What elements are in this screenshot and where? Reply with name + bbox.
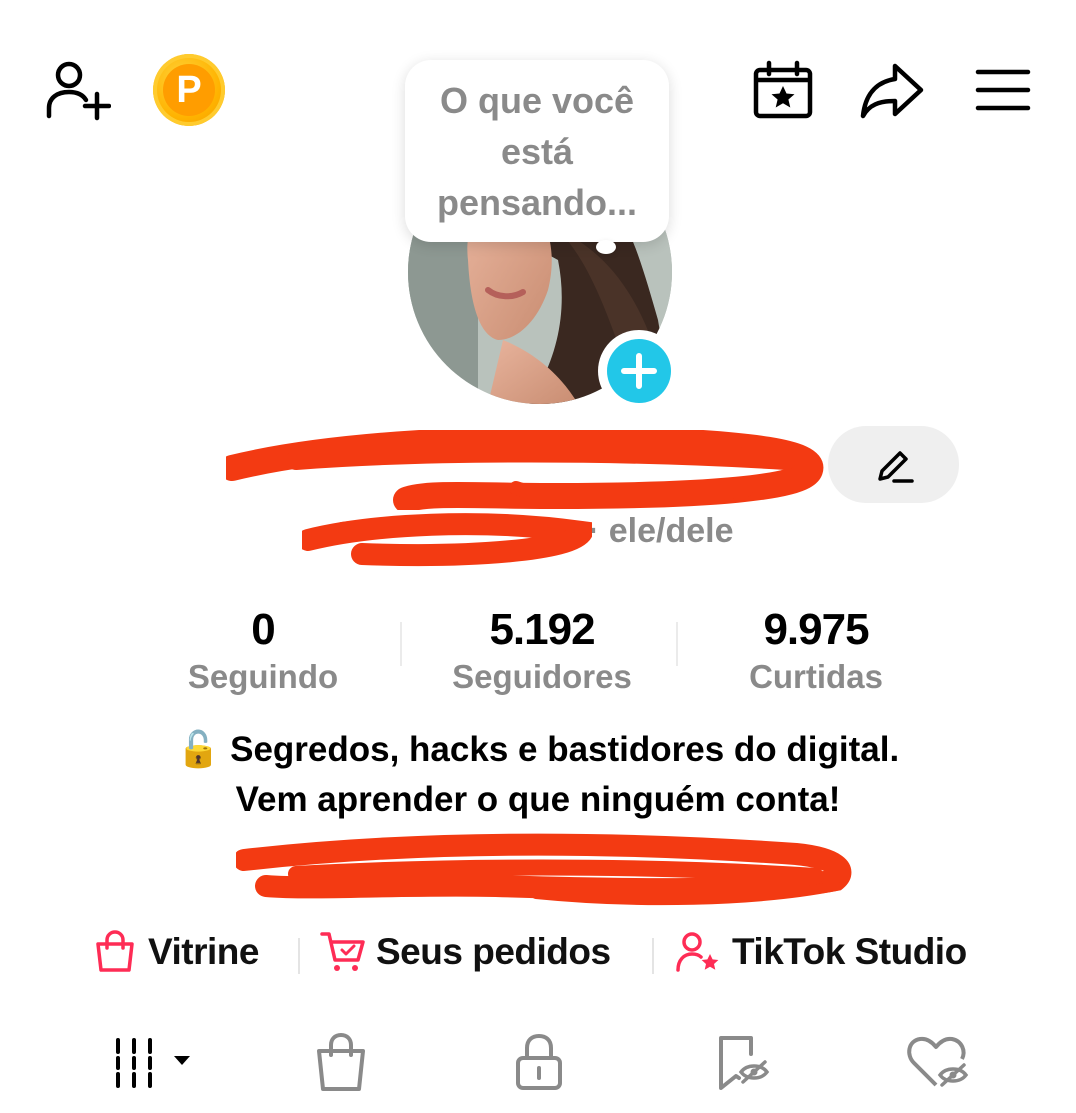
person-plus-icon — [46, 61, 111, 121]
hamburger-menu-icon — [975, 69, 1031, 111]
cart-check-icon — [320, 932, 365, 971]
bio-line-2: Vem aprender o que ninguém conta! — [235, 780, 841, 819]
tab-private[interactable] — [504, 1030, 574, 1094]
vitrine-label: Vitrine — [148, 931, 259, 972]
tab-videos[interactable] — [108, 1030, 198, 1094]
redacted-bio-link — [236, 833, 852, 906]
share-arrow-icon — [860, 63, 924, 119]
stat-likes[interactable]: 9.975 Curtidas — [716, 606, 916, 698]
tab-saved[interactable] — [706, 1030, 776, 1094]
stat-divider — [676, 622, 678, 666]
redacted-display-name — [226, 430, 824, 510]
bubble-tail — [596, 240, 616, 254]
link-divider — [652, 938, 654, 974]
orders-link[interactable]: Seus pedidos — [320, 930, 611, 974]
status-thought-bubble[interactable]: O que você está pensando... — [405, 60, 669, 242]
heart-hidden-icon — [907, 1036, 969, 1087]
tiktok-studio-link[interactable]: TikTok Studio — [676, 930, 967, 974]
shop-bag-icon — [317, 1032, 365, 1091]
stat-following[interactable]: 0 Seguindo — [160, 606, 366, 698]
calendar-star-icon — [753, 60, 813, 119]
pronouns-text: · ele/dele — [588, 512, 734, 550]
likes-count: 9.975 — [763, 605, 869, 654]
tiktok-studio-label: TikTok Studio — [732, 931, 967, 972]
coin-icon: P — [163, 64, 215, 116]
bio-line-1: 🔓 Segredos, hacks e bastidores do digita… — [176, 730, 900, 769]
followers-label: Seguidores — [452, 658, 632, 695]
thought-bubble-text: O que você está pensando... — [436, 79, 638, 223]
coin-balance-button[interactable]: P — [153, 54, 225, 126]
vitrine-link[interactable]: Vitrine — [94, 930, 259, 974]
bookmark-hidden-icon — [719, 1036, 770, 1090]
likes-label: Curtidas — [749, 658, 883, 695]
following-count: 0 — [251, 605, 275, 654]
add-story-button[interactable] — [598, 330, 680, 412]
orders-label: Seus pedidos — [376, 931, 611, 972]
add-friend-button[interactable] — [42, 58, 112, 122]
tab-shop[interactable] — [306, 1030, 376, 1094]
menu-button[interactable] — [972, 64, 1034, 116]
followers-count: 5.192 — [489, 605, 595, 654]
lock-icon — [516, 1033, 562, 1090]
tab-liked[interactable] — [902, 1030, 976, 1094]
edit-name-button[interactable] — [828, 426, 959, 503]
share-button[interactable] — [858, 58, 926, 122]
person-star-icon — [676, 932, 719, 972]
pencil-icon — [877, 450, 914, 483]
shopping-bag-icon — [96, 930, 134, 972]
stat-divider — [400, 622, 402, 666]
redacted-username — [302, 513, 592, 566]
calendar-button[interactable] — [750, 58, 816, 122]
following-label: Seguindo — [187, 658, 339, 695]
grid-icon — [116, 1038, 190, 1088]
stat-followers[interactable]: 5.192 Seguidores — [430, 606, 654, 698]
link-divider — [298, 938, 300, 974]
plus-icon — [607, 339, 671, 403]
